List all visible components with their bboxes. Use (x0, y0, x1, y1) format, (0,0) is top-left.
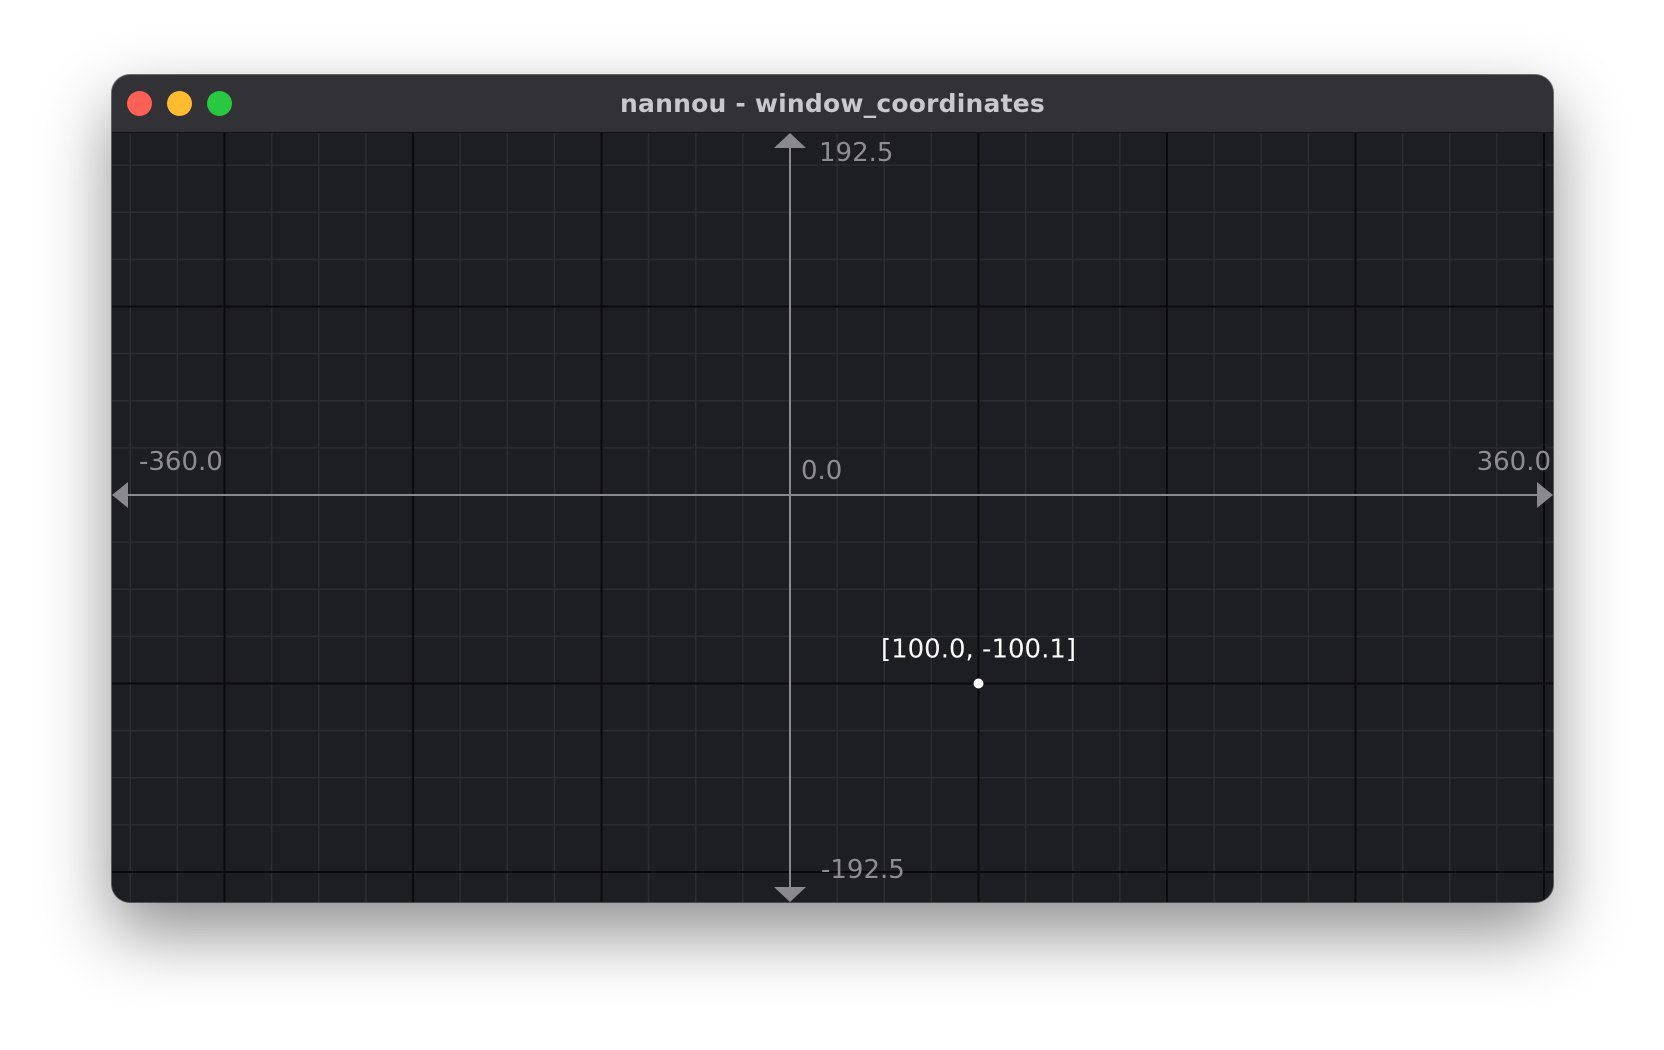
x-max-label: 360.0 (1477, 447, 1551, 477)
cursor-point (973, 678, 984, 689)
cursor-coordinate-label: [100.0, -100.1] (881, 635, 1076, 665)
canvas-background (112, 133, 1553, 902)
drawing-canvas[interactable]: -360.0 360.0 192.5 -192.5 0.0 [100.0, -1… (112, 133, 1553, 902)
app-window: nannou - window_coordinates -360.0 360.0… (112, 75, 1553, 902)
y-min-label: -192.5 (821, 855, 905, 885)
coordinate-plot[interactable]: -360.0 360.0 192.5 -192.5 0.0 [100.0, -1… (112, 133, 1553, 902)
x-min-label: -360.0 (139, 447, 223, 477)
y-max-label: 192.5 (819, 138, 893, 168)
window-title: nannou - window_coordinates (620, 89, 1045, 118)
origin-label: 0.0 (801, 456, 842, 486)
title-bar[interactable]: nannou - window_coordinates (112, 75, 1553, 133)
